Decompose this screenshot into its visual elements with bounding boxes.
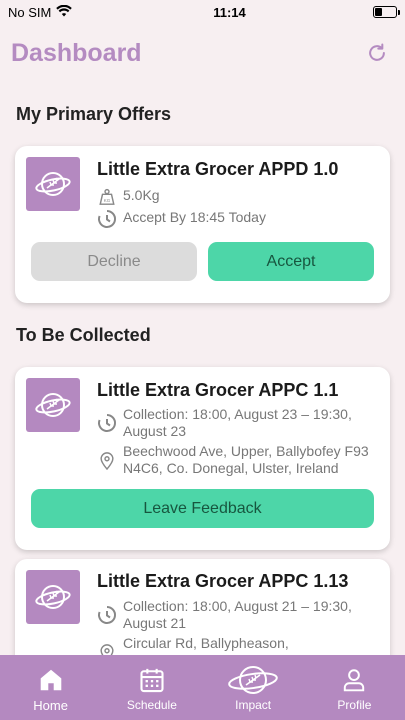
tab-schedule[interactable]: Schedule	[101, 655, 202, 720]
page-title: Dashboard	[11, 38, 142, 67]
clock-icon	[97, 209, 117, 229]
tab-bar: Home Schedule Impact Profile	[0, 655, 405, 720]
collection-time: Collection: 18:00, August 23 – 19:30, Au…	[123, 406, 352, 439]
collection-title: Little Extra Grocer APPC 1.13	[97, 571, 349, 591]
home-icon	[38, 664, 64, 696]
status-time: 11:14	[213, 4, 246, 20]
grocer-logo	[26, 570, 80, 624]
offer-accept-by: Accept By 18:45 Today	[123, 209, 266, 225]
decline-button[interactable]: Decline	[31, 242, 197, 281]
tab-profile[interactable]: Profile	[304, 655, 405, 720]
accept-button[interactable]: Accept	[208, 242, 374, 281]
status-left: No SIM	[8, 4, 158, 20]
battery-icon	[373, 6, 400, 18]
offer-weight-row: KG 5.0Kg	[97, 187, 382, 207]
person-icon	[341, 664, 367, 696]
clock-icon	[97, 413, 117, 433]
collection-time-row: Collection: 18:00, August 21 – 19:30, Au…	[97, 598, 382, 632]
refresh-icon[interactable]	[365, 41, 389, 65]
wifi-icon	[56, 4, 73, 20]
offer-title: Little Extra Grocer APPD 1.0	[97, 159, 339, 179]
tab-home-label: Home	[33, 698, 68, 713]
collection-time: Collection: 18:00, August 21 – 19:30, Au…	[123, 598, 352, 631]
tab-impact-label: Impact	[235, 698, 272, 712]
offer-accept-by-row: Accept By 18:45 Today	[97, 209, 382, 229]
collection-time-row: Collection: 18:00, August 23 – 19:30, Au…	[97, 406, 382, 440]
clock-icon	[97, 605, 117, 625]
leave-feedback-button[interactable]: Leave Feedback	[31, 489, 374, 528]
header: Dashboard	[0, 34, 405, 72]
grocer-logo	[26, 157, 80, 211]
tab-impact[interactable]: Impact	[203, 655, 304, 720]
svg-text:KG: KG	[104, 198, 111, 203]
offer-card[interactable]: Little Extra Grocer APPD 1.0 KG 5.0Kg Ac…	[15, 146, 390, 303]
tab-profile-label: Profile	[337, 698, 372, 712]
weight-icon: KG	[97, 187, 117, 207]
collection-address: Beechwood Ave, Upper, Ballybofey F93 N4C…	[123, 443, 369, 476]
collection-address-row: Beechwood Ave, Upper, Ballybofey F93 N4C…	[97, 443, 382, 477]
tab-home[interactable]: Home	[0, 655, 101, 720]
section-title-to-be-collected: To Be Collected	[16, 325, 151, 345]
section-title-primary-offers: My Primary Offers	[16, 104, 172, 124]
location-pin-icon	[97, 451, 117, 471]
grocer-logo	[26, 378, 80, 432]
calendar-icon	[138, 664, 166, 696]
collection-title: Little Extra Grocer APPC 1.1	[97, 380, 339, 400]
collection-card[interactable]: Little Extra Grocer APPC 1.1 Collection:…	[15, 367, 390, 550]
offer-weight: 5.0Kg	[123, 187, 160, 203]
collection-address: Circular Rd, Ballypheason,	[123, 635, 289, 651]
carrier-label: No SIM	[8, 4, 52, 20]
planet-leaf-icon	[227, 664, 279, 696]
tab-schedule-label: Schedule	[126, 698, 177, 712]
status-bar: No SIM 11:14	[0, 0, 405, 24]
battery-level	[375, 8, 382, 16]
